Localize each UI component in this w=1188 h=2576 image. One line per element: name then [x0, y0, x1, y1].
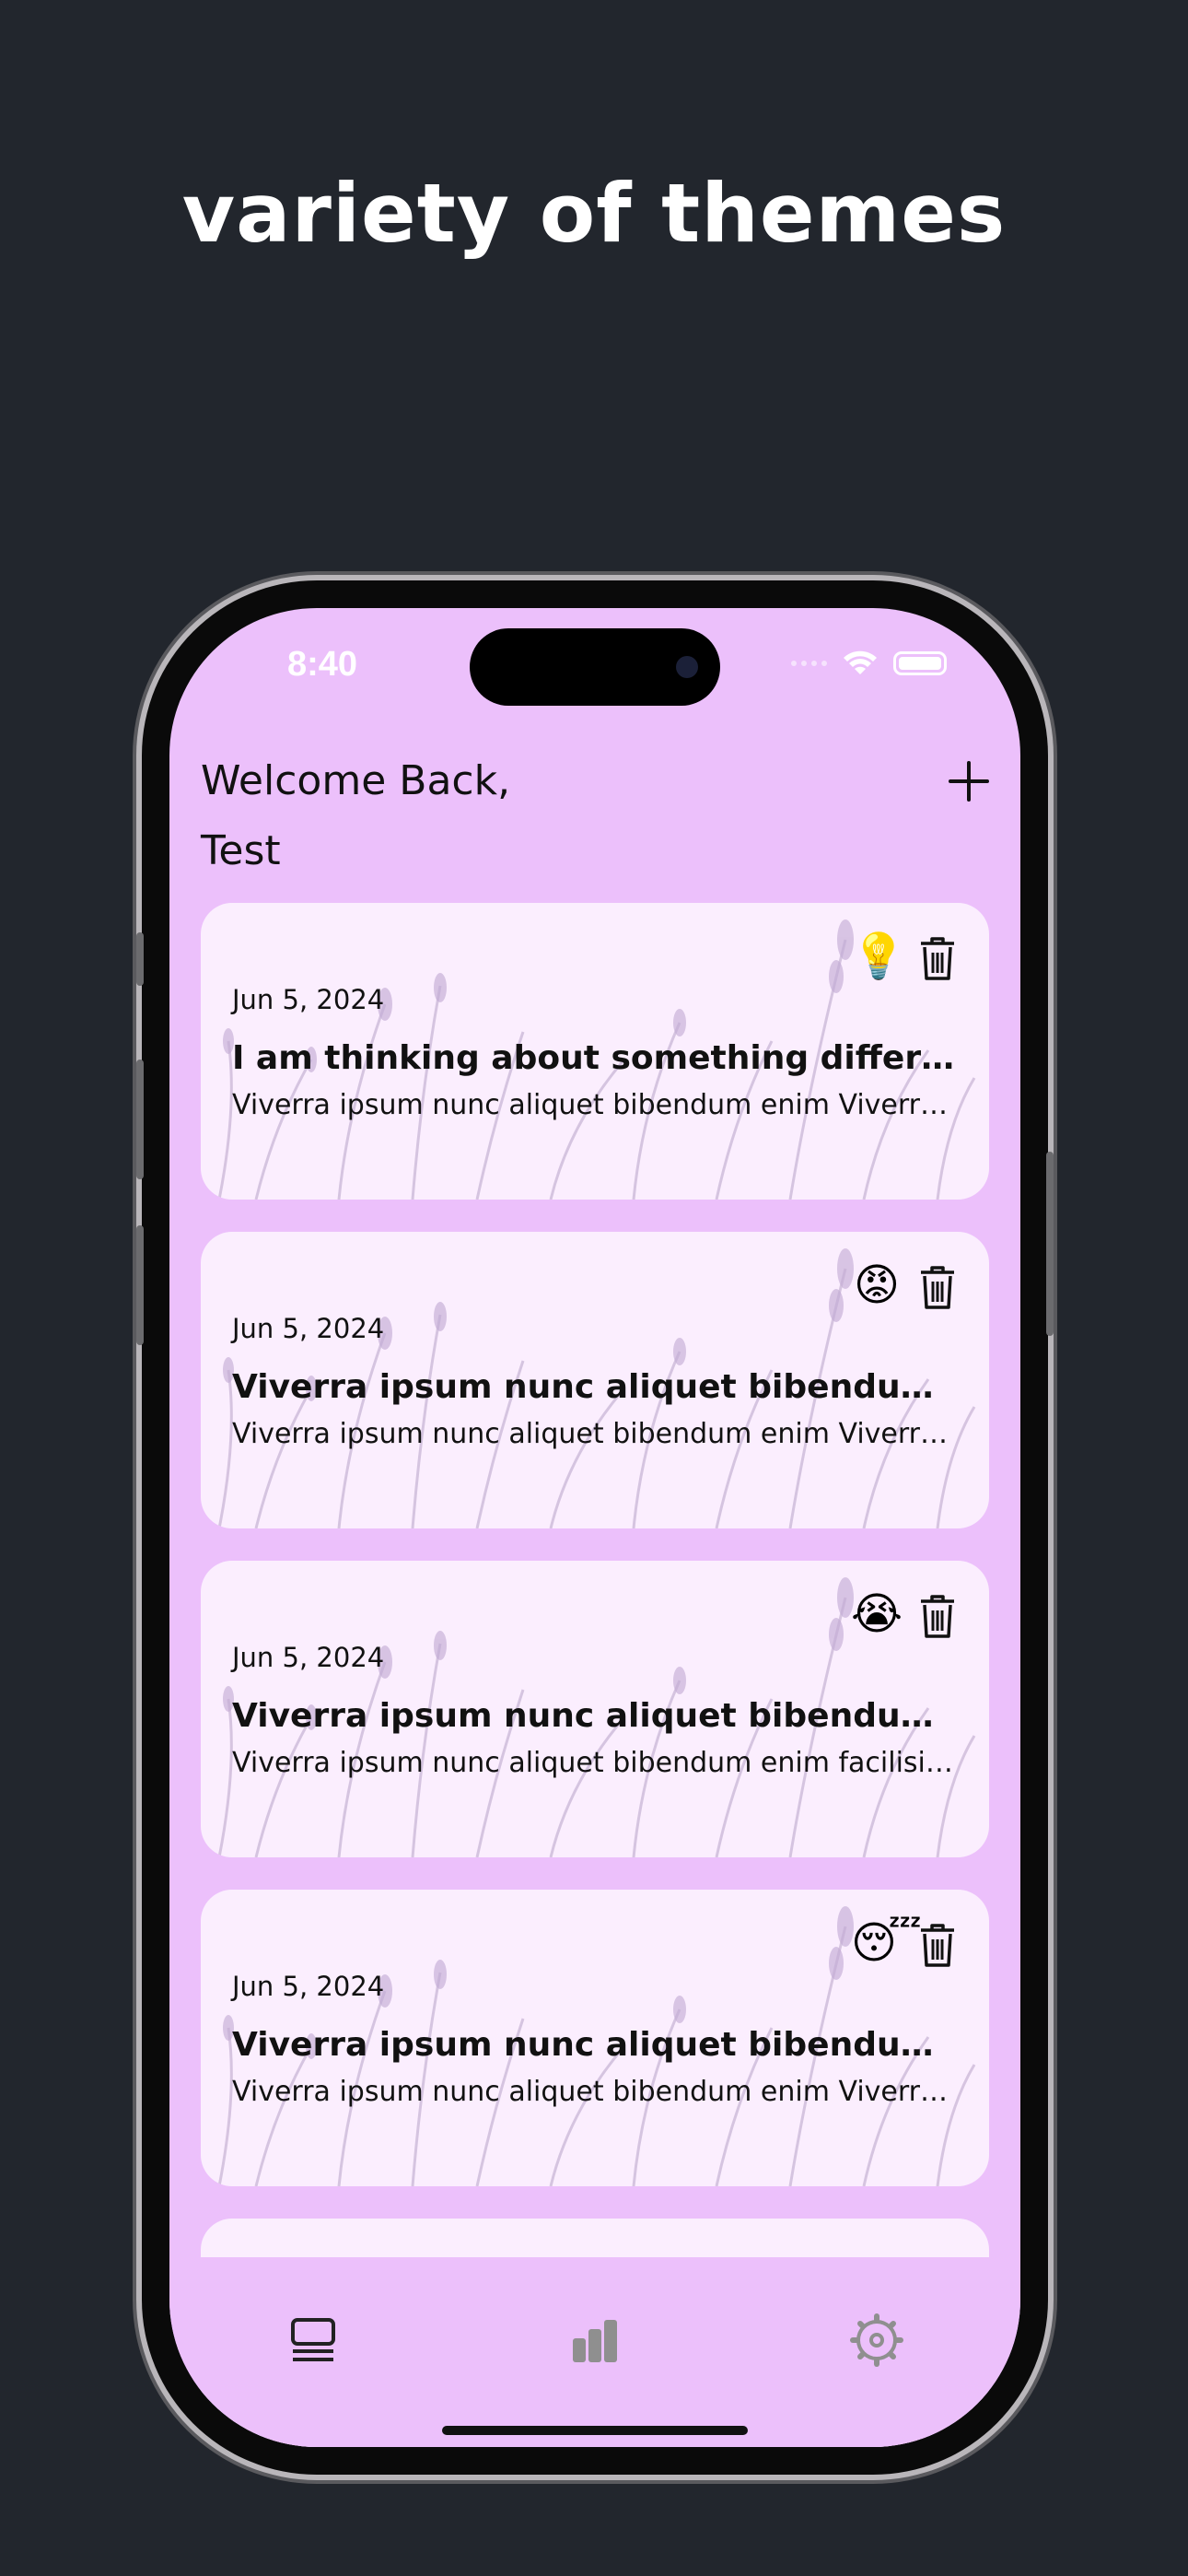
- entry-title: Viverra ipsum nunc aliquet bibendum enim…: [232, 2026, 960, 2064]
- entry-date: Jun 5, 2024: [232, 1313, 385, 1344]
- settings-gear-icon[interactable]: [849, 2313, 904, 2368]
- entry-date: Jun 5, 2024: [232, 1971, 385, 2002]
- volume-down-button: [136, 1225, 144, 1345]
- signal-icon: [791, 661, 827, 666]
- mood-icon[interactable]: 😡: [851, 1259, 903, 1311]
- status-icons: [791, 645, 947, 682]
- trash-icon[interactable]: [917, 1263, 958, 1311]
- volume-up-button: [136, 1060, 144, 1179]
- entry-title: Viverra ipsum nunc aliquet bibendum enim…: [232, 1368, 960, 1406]
- journal-list-icon[interactable]: [285, 2313, 341, 2368]
- mood-icon[interactable]: 💡: [851, 931, 906, 982]
- tab-bar: [169, 2257, 1020, 2447]
- entry-preview: Viverra ipsum nunc aliquet bibendum enim…: [232, 2076, 960, 2108]
- journal-entry-card[interactable]: 😴 Jun 5, 2024 Viverra ipsum nunc aliquet…: [201, 1890, 989, 2186]
- home-indicator: [442, 2426, 748, 2435]
- dynamic-island: [470, 628, 720, 706]
- trash-icon[interactable]: [917, 934, 958, 982]
- entry-title: I am thinking about something different: [232, 1039, 960, 1077]
- battery-icon: [893, 651, 947, 675]
- camera-icon: [676, 656, 698, 678]
- plus-icon: [949, 761, 989, 802]
- add-entry-button[interactable]: [943, 755, 995, 807]
- trash-icon[interactable]: [917, 1921, 958, 1969]
- headline: variety of themes: [181, 166, 1007, 261]
- greeting-text: Welcome Back,: [201, 757, 511, 804]
- entry-preview: Viverra ipsum nunc aliquet bibendum enim…: [232, 1747, 960, 1779]
- bar-chart-icon[interactable]: [567, 2313, 623, 2368]
- entry-preview: Viverra ipsum nunc aliquet bibendum enim…: [232, 1418, 960, 1450]
- journal-entry-card[interactable]: 😡 Jun 5, 2024 Viverra ipsum nunc aliquet…: [201, 1232, 989, 1528]
- entry-title: Viverra ipsum nunc aliquet bibendum enim…: [232, 1697, 960, 1735]
- journal-entry-card[interactable]: 😭 Jun 5, 2024 Viverra ipsum nunc aliquet…: [201, 1561, 989, 1857]
- status-time: 8:40: [287, 645, 358, 684]
- phone-screen: 8:40 Welcome Back, Test 💡 Jun 5, 2024 I …: [169, 608, 1020, 2447]
- entry-date: Jun 5, 2024: [232, 1642, 385, 1673]
- entry-preview: Viverra ipsum nunc aliquet bibendum enim…: [232, 1089, 960, 1121]
- entry-date: Jun 5, 2024: [232, 984, 385, 1015]
- user-name: Test: [201, 827, 281, 874]
- mood-icon[interactable]: 😭: [851, 1588, 903, 1640]
- power-button: [1046, 1152, 1054, 1336]
- action-button: [136, 932, 144, 986]
- entries-list: 💡 Jun 5, 2024 I am thinking about someth…: [201, 903, 989, 2447]
- mood-icon[interactable]: 😴: [851, 1917, 922, 1969]
- trash-icon[interactable]: [917, 1592, 958, 1640]
- welcome-block: Welcome Back, Test: [201, 746, 510, 886]
- journal-entry-card[interactable]: 💡 Jun 5, 2024 I am thinking about someth…: [201, 903, 989, 1200]
- wifi-icon: [844, 650, 877, 674]
